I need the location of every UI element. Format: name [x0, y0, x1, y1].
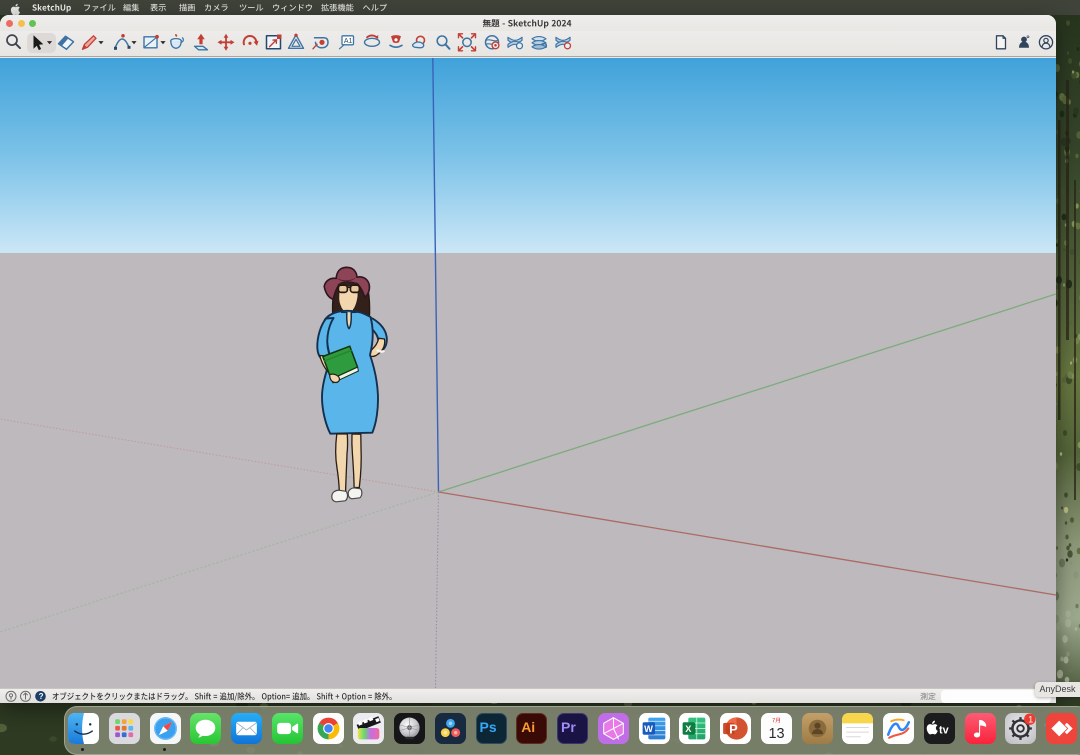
- svg-text:1: 1: [1028, 714, 1033, 724]
- svg-text:X: X: [685, 724, 692, 734]
- svg-text:?: ?: [39, 692, 44, 701]
- svg-text:A1: A1: [344, 38, 353, 45]
- svg-text:13: 13: [768, 725, 784, 741]
- svg-text:P: P: [729, 721, 738, 736]
- svg-text:tv: tv: [939, 724, 949, 736]
- svg-text:W: W: [644, 724, 653, 734]
